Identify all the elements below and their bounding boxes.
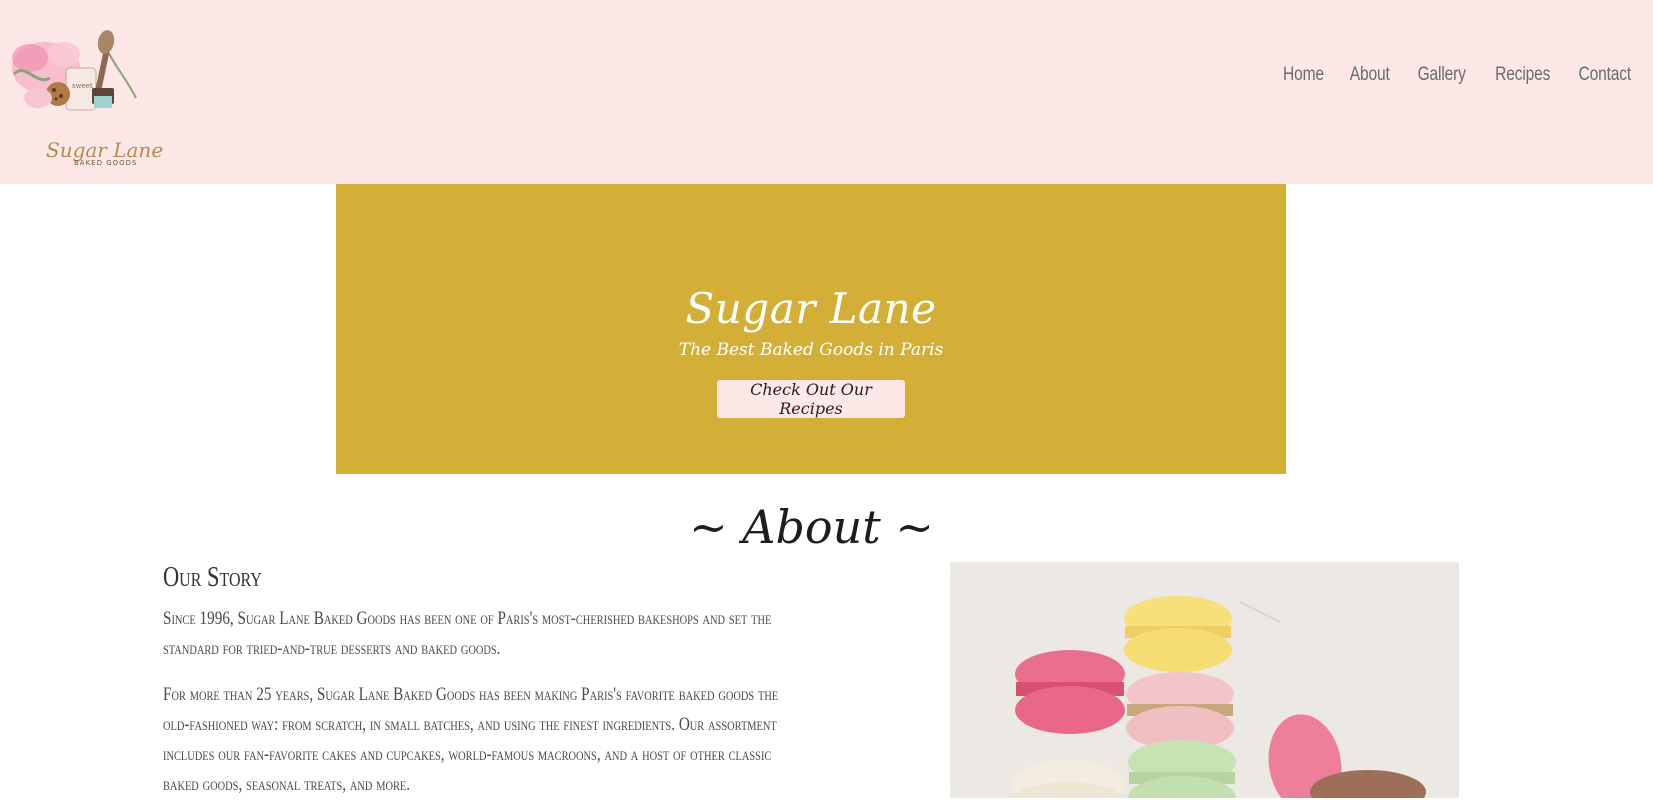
main-nav: Home About Gallery Recipes Contact: [1257, 64, 1631, 86]
hero-banner: Sugar Lane The Best Baked Goods in Paris…: [336, 184, 1286, 474]
svg-text:sweet: sweet: [72, 82, 93, 90]
nav-contact-link[interactable]: Contact: [1578, 64, 1631, 86]
story-paragraph: For more than 25 years, Sugar Lane Baked…: [163, 684, 779, 795]
nav-about-link[interactable]: About: [1350, 64, 1390, 86]
nav-home-link[interactable]: Home: [1283, 64, 1324, 86]
nav-recipes-link[interactable]: Recipes: [1495, 64, 1550, 86]
story-paragraph: Since 1996, Sugar Lane Baked Goods has b…: [163, 608, 772, 659]
about-heading: ~ About ~: [689, 500, 934, 554]
our-story-heading: Our Story: [163, 562, 262, 593]
macarons-image-icon: [950, 562, 1459, 798]
macarons-photo: [950, 562, 1459, 798]
hero-subtitle: The Best Baked Goods in Paris: [678, 340, 944, 360]
bakery-logo[interactable]: sweet Sugar Lane BAKED GOODS: [6, 28, 163, 167]
nav-gallery-link[interactable]: Gallery: [1417, 64, 1465, 86]
logo-illustration-icon: sweet: [12, 30, 137, 111]
site-header: sweet Sugar Lane BAKED GOODS Home About …: [0, 0, 1653, 184]
check-recipes-button[interactable]: Check Out Our Recipes: [717, 380, 905, 418]
hero-title: Sugar Lane: [685, 284, 937, 333]
logo-tagline: BAKED GOODS: [74, 159, 138, 167]
